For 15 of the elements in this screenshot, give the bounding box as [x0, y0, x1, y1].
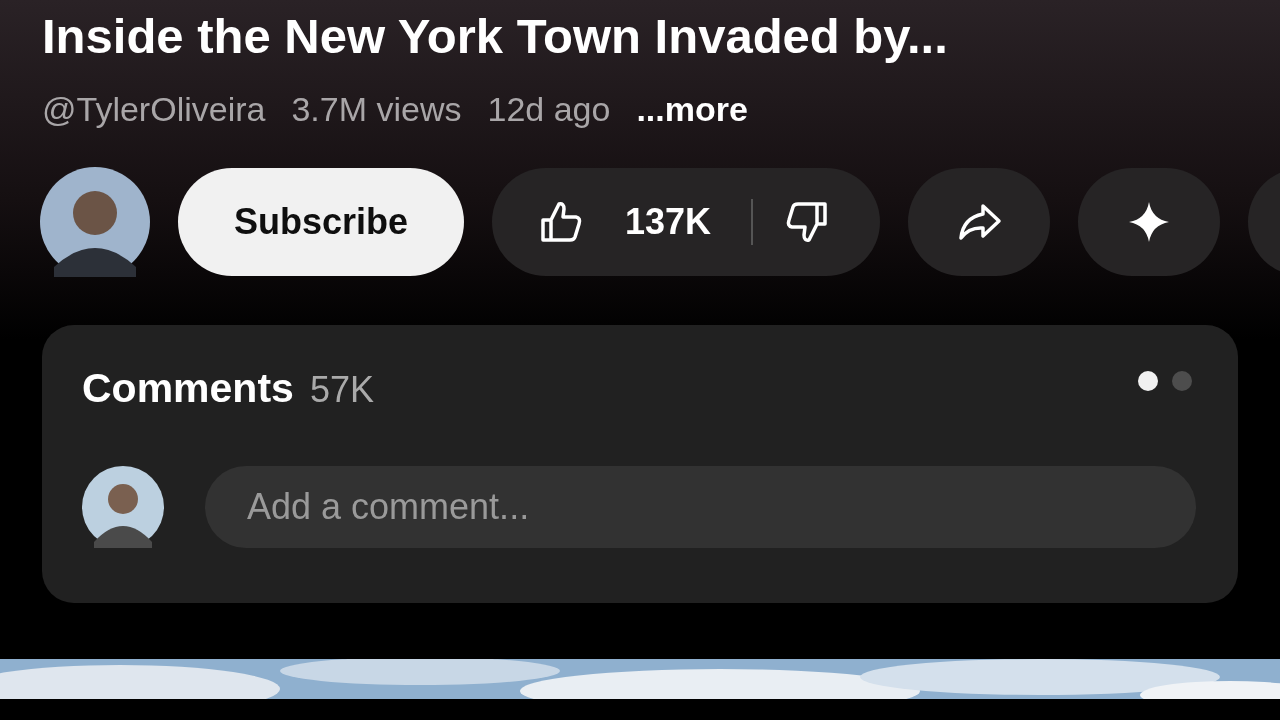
channel-handle[interactable]: @TylerOliveira	[42, 90, 266, 129]
page-dot[interactable]	[1172, 370, 1192, 391]
view-count: 3.7M views	[291, 90, 462, 129]
comment-input[interactable]: Add a comment...	[205, 466, 1196, 548]
user-avatar[interactable]	[82, 466, 164, 548]
video-title: Inside the New York Town Invaded by...	[42, 8, 949, 64]
channel-avatar[interactable]	[40, 167, 150, 277]
comments-heading: Comments	[82, 365, 294, 412]
more-link[interactable]: ...more	[636, 90, 748, 129]
like-button[interactable]: 137K	[537, 198, 712, 246]
comment-count: 57K	[309, 369, 374, 411]
comments-card[interactable]: Comments 57K Add a comment...	[42, 325, 1238, 603]
upload-age: 12d ago	[487, 90, 611, 129]
subscribe-button[interactable]: Subscribe	[178, 168, 464, 276]
page-dot[interactable]	[1138, 370, 1158, 391]
